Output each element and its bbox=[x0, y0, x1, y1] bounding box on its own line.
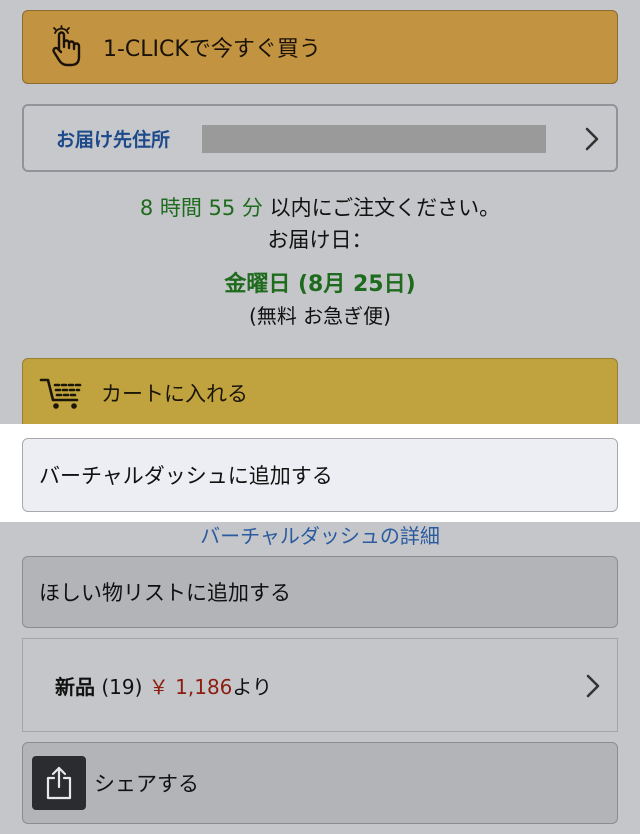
countdown-time: 8 時間 55 分 bbox=[139, 196, 263, 220]
delivery-note: (無料 お急ぎ便) bbox=[249, 304, 391, 328]
delivery-date-label: お届け日： bbox=[267, 228, 373, 252]
chevron-right-icon bbox=[585, 127, 599, 151]
share-button[interactable]: シェアする bbox=[22, 742, 618, 824]
offers-suffix: より bbox=[232, 674, 273, 699]
chevron-right-icon bbox=[586, 674, 600, 698]
address-label: お届け先住所 bbox=[56, 128, 171, 151]
add-to-cart-label: カートに入れる bbox=[101, 382, 248, 406]
offers-summary: 新品 (19) ￥ 1,186より bbox=[55, 671, 272, 700]
one-click-buy-button[interactable]: 1-CLICKで今すぐ買う bbox=[22, 10, 618, 84]
one-click-label: 1-CLICKで今すぐ買う bbox=[103, 37, 321, 62]
offers-count: (19) bbox=[95, 674, 149, 699]
delivery-address-row[interactable]: お届け先住所 bbox=[22, 104, 618, 172]
share-label: シェアする bbox=[94, 772, 199, 796]
redacted-address bbox=[202, 125, 546, 153]
add-to-wishlist-button[interactable]: ほしい物リストに追加する bbox=[22, 556, 618, 628]
order-countdown: 8 時間 55 分 以内にご注文ください。 bbox=[0, 192, 640, 222]
delivery-date: 金曜日 (8月 25日) bbox=[224, 272, 416, 297]
offers-price: ￥ 1,186 bbox=[148, 674, 233, 699]
tap-hand-icon bbox=[52, 25, 81, 67]
add-to-virtual-dash-button[interactable]: バーチャルダッシュに追加する bbox=[22, 438, 618, 512]
cart-icon bbox=[39, 378, 83, 409]
offers-condition: 新品 bbox=[55, 674, 95, 699]
add-to-cart-button[interactable]: カートに入れる bbox=[22, 358, 618, 430]
add-to-wishlist-label: ほしい物リストに追加する bbox=[39, 581, 291, 605]
virtual-dash-details-link[interactable]: バーチャルダッシュの詳細 bbox=[0, 520, 640, 549]
share-icon bbox=[32, 756, 86, 810]
new-offers-row[interactable]: 新品 (19) ￥ 1,186より bbox=[22, 638, 618, 732]
countdown-suffix: 以内にご注文ください。 bbox=[262, 196, 501, 220]
add-to-virtual-dash-label: バーチャルダッシュに追加する bbox=[39, 464, 333, 488]
